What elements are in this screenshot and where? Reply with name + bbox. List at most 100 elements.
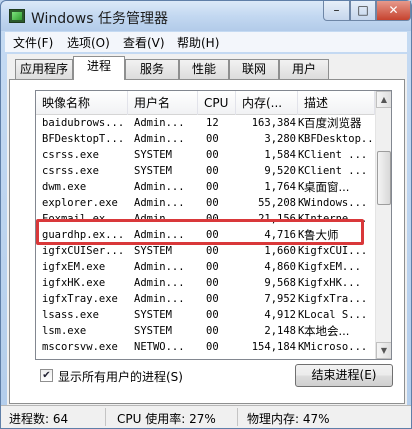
process-row[interactable]: BFDesktopT... Admin... 00 3,280 K BFDesktop..… <box>36 131 375 147</box>
process-cpu: 00 <box>206 325 219 337</box>
process-name: igfxCUISer... <box>42 245 125 257</box>
process-memory: 4,912 <box>264 309 296 321</box>
process-row[interactable]: lsm.exe SYSTEM 00 2,148 K 本地会... <box>36 323 375 339</box>
process-description: Windows... <box>304 197 368 209</box>
process-cpu: 00 <box>206 197 219 209</box>
process-memory: 7,952 <box>264 293 296 305</box>
process-user: SYSTEM <box>134 245 172 257</box>
status-process-count: 进程数: 64 <box>9 412 69 426</box>
process-row[interactable]: lsass.exe SYSTEM 00 4,912 K Local S... <box>36 307 375 323</box>
status-cpu-usage: CPU 使用率: 27% <box>117 412 216 426</box>
process-user: Admin... <box>134 133 185 145</box>
process-user: Admin... <box>134 213 185 225</box>
process-user: Admin... <box>134 277 185 289</box>
process-cpu: 00 <box>206 245 219 257</box>
process-memory: 4,860 <box>264 261 296 273</box>
title-bar[interactable]: Windows 任务管理器 – □ ✕ <box>1 1 411 31</box>
process-row[interactable]: explorer.exe Admin... 00 55,208 K Windows... <box>36 195 375 211</box>
tab-users[interactable]: 用户 <box>279 59 329 79</box>
process-cpu: 00 <box>206 293 219 305</box>
column-cpu[interactable]: CPU <box>198 91 236 115</box>
process-memory: 163,384 <box>251 117 296 129</box>
process-row[interactable]: igfxEM.exe Admin... 00 4,860 KigfxEM... <box>36 259 375 275</box>
tab-performance[interactable]: 性能 <box>179 59 229 79</box>
task-manager-window: Windows 任务管理器 – □ ✕ 文件(F) 选项(O) 查看(V) 帮助… <box>0 0 412 429</box>
scroll-up-icon[interactable]: ▲ <box>376 91 391 108</box>
process-name: igfxTray.exe <box>42 293 118 305</box>
process-user: Admin... <box>134 229 185 241</box>
end-process-button[interactable]: 结束进程(E) <box>295 364 393 387</box>
process-row[interactable]: mscorsvw.exe NETWO... 00 154,184 K Microso... <box>36 339 375 355</box>
process-memory: 55,208 <box>258 197 296 209</box>
process-name: dwm.exe <box>42 181 87 193</box>
process-row[interactable]: dwm.exe Admin... 00 1,764 K 桌面窗... <box>36 179 375 195</box>
process-name: BFDesktopT... <box>42 133 125 145</box>
scroll-thumb[interactable] <box>377 151 391 205</box>
show-all-users-checkbox[interactable]: ✔ <box>40 369 53 382</box>
column-image-name[interactable]: 映像名称 <box>36 91 128 115</box>
process-cpu: 00 <box>206 213 219 225</box>
process-cpu: 00 <box>206 229 219 241</box>
process-name: Foxmail.ex... <box>42 213 125 225</box>
tab-applications[interactable]: 应用程序 <box>15 59 73 79</box>
process-user: Admin... <box>134 261 185 273</box>
process-description: Local S... <box>304 309 368 321</box>
process-name: csrss.exe <box>42 165 99 177</box>
tab-processes[interactable]: 进程 <box>73 56 125 80</box>
status-bar: 进程数: 64 CPU 使用率: 27% 物理内存: 47% <box>1 405 411 428</box>
process-description: Interne... <box>304 213 368 225</box>
status-separator <box>105 408 106 426</box>
process-description: Client ... <box>304 149 368 161</box>
tab-services[interactable]: 服务 <box>125 59 179 79</box>
menu-help[interactable]: 帮助(H) <box>177 34 219 51</box>
process-name: mscorsvw.exe <box>42 341 118 353</box>
process-description: Client ... <box>304 165 368 177</box>
process-name: csrss.exe <box>42 149 99 161</box>
process-row[interactable]: csrss.exe SYSTEM 00 9,520 K Client ... <box>36 163 375 179</box>
process-description: igfxEM... <box>304 261 361 273</box>
column-memory[interactable]: 内存(... <box>236 91 298 115</box>
close-button[interactable]: ✕ <box>376 1 411 21</box>
menu-bar: 文件(F) 选项(O) 查看(V) 帮助(H) <box>5 32 407 52</box>
process-memory: 3,280 <box>264 133 296 145</box>
processes-panel: 映像名称 用户名 CPU 内存(... 描述 baidubrows... Admi… <box>9 79 405 404</box>
process-cpu: 00 <box>206 277 219 289</box>
scroll-down-icon[interactable]: ▼ <box>376 342 391 359</box>
minimize-button[interactable]: – <box>323 1 350 21</box>
process-description: BFDesktop... <box>304 133 374 145</box>
process-row[interactable]: guardhp.ex... Admin... 00 4,716 K 鲁大师 <box>36 227 375 243</box>
vertical-scrollbar[interactable]: ▲ ▼ <box>375 91 391 359</box>
process-cpu: 00 <box>206 165 219 177</box>
process-memory: 2,148 <box>264 325 296 337</box>
process-row[interactable]: igfxTray.exe Admin... 00 7,952 KigfxTra... <box>36 291 375 307</box>
process-cpu: 00 <box>206 181 219 193</box>
show-all-users-label[interactable]: 显示所有用户的进程(S) <box>58 368 183 385</box>
process-memory: 4,716 <box>264 229 296 241</box>
process-user: SYSTEM <box>134 165 172 177</box>
status-separator <box>237 408 238 426</box>
process-list[interactable]: 映像名称 用户名 CPU 内存(... 描述 baidubrows... Admi… <box>35 90 392 360</box>
process-description: igfxCUI... <box>304 245 368 257</box>
process-row[interactable]: Foxmail.ex... Admin... 00 21,156 K Interne... <box>36 211 375 227</box>
menu-options[interactable]: 选项(O) <box>67 34 110 51</box>
process-cpu: 00 <box>206 133 219 145</box>
tab-networking[interactable]: 联网 <box>229 59 279 79</box>
status-memory: 物理内存: 47% <box>247 412 330 426</box>
menu-file[interactable]: 文件(F) <box>13 34 53 51</box>
window-title: Windows 任务管理器 <box>31 11 168 27</box>
menu-view[interactable]: 查看(V) <box>123 34 165 51</box>
process-row[interactable]: igfxCUISer... SYSTEM 00 1,660 KigfxCUI... <box>36 243 375 259</box>
task-manager-icon <box>9 9 25 23</box>
process-description: igfxTra... <box>304 293 368 305</box>
process-cpu: 00 <box>206 149 219 161</box>
process-row[interactable]: csrss.exe SYSTEM 00 1,584 K Client ... <box>36 147 375 163</box>
maximize-button[interactable]: □ <box>350 1 376 21</box>
process-row[interactable]: igfxHK.exe Admin... 00 9,568 KigfxHK... <box>36 275 375 291</box>
process-user: NETWO... <box>134 341 185 353</box>
process-memory: 9,568 <box>264 277 296 289</box>
column-user-name[interactable]: 用户名 <box>128 91 198 115</box>
process-cpu: 00 <box>206 309 219 321</box>
column-description[interactable]: 描述 <box>298 91 375 115</box>
process-user: Admin... <box>134 117 185 129</box>
process-row[interactable]: baidubrows... Admin... 12 163,384 K 百度浏览器 <box>36 115 375 131</box>
